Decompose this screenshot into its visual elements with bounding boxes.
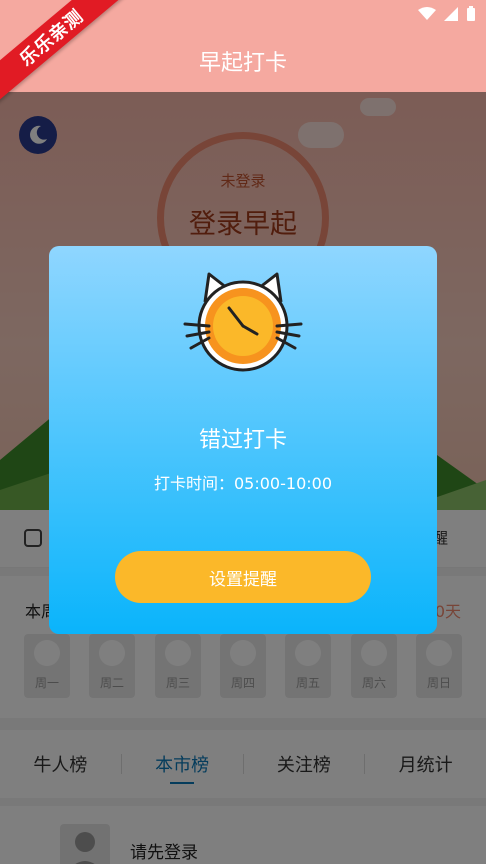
app-header: 早起打卡 bbox=[0, 30, 486, 92]
signal-icon bbox=[444, 7, 458, 21]
wifi-icon bbox=[418, 7, 436, 20]
battery-icon bbox=[467, 6, 475, 21]
dialog-title: 错过打卡 bbox=[198, 428, 287, 453]
cat-clock-icon bbox=[183, 272, 303, 372]
status-icons bbox=[418, 6, 476, 22]
missed-checkin-dialog: 错过打卡 打卡时间：05:00-10:00 设置提醒 bbox=[49, 246, 437, 634]
page-title: 早起打卡 bbox=[198, 51, 287, 76]
set-reminder-button[interactable]: 设置提醒 bbox=[115, 551, 371, 603]
checkin-time-text: 打卡时间：05:00-10:00 bbox=[154, 474, 332, 493]
